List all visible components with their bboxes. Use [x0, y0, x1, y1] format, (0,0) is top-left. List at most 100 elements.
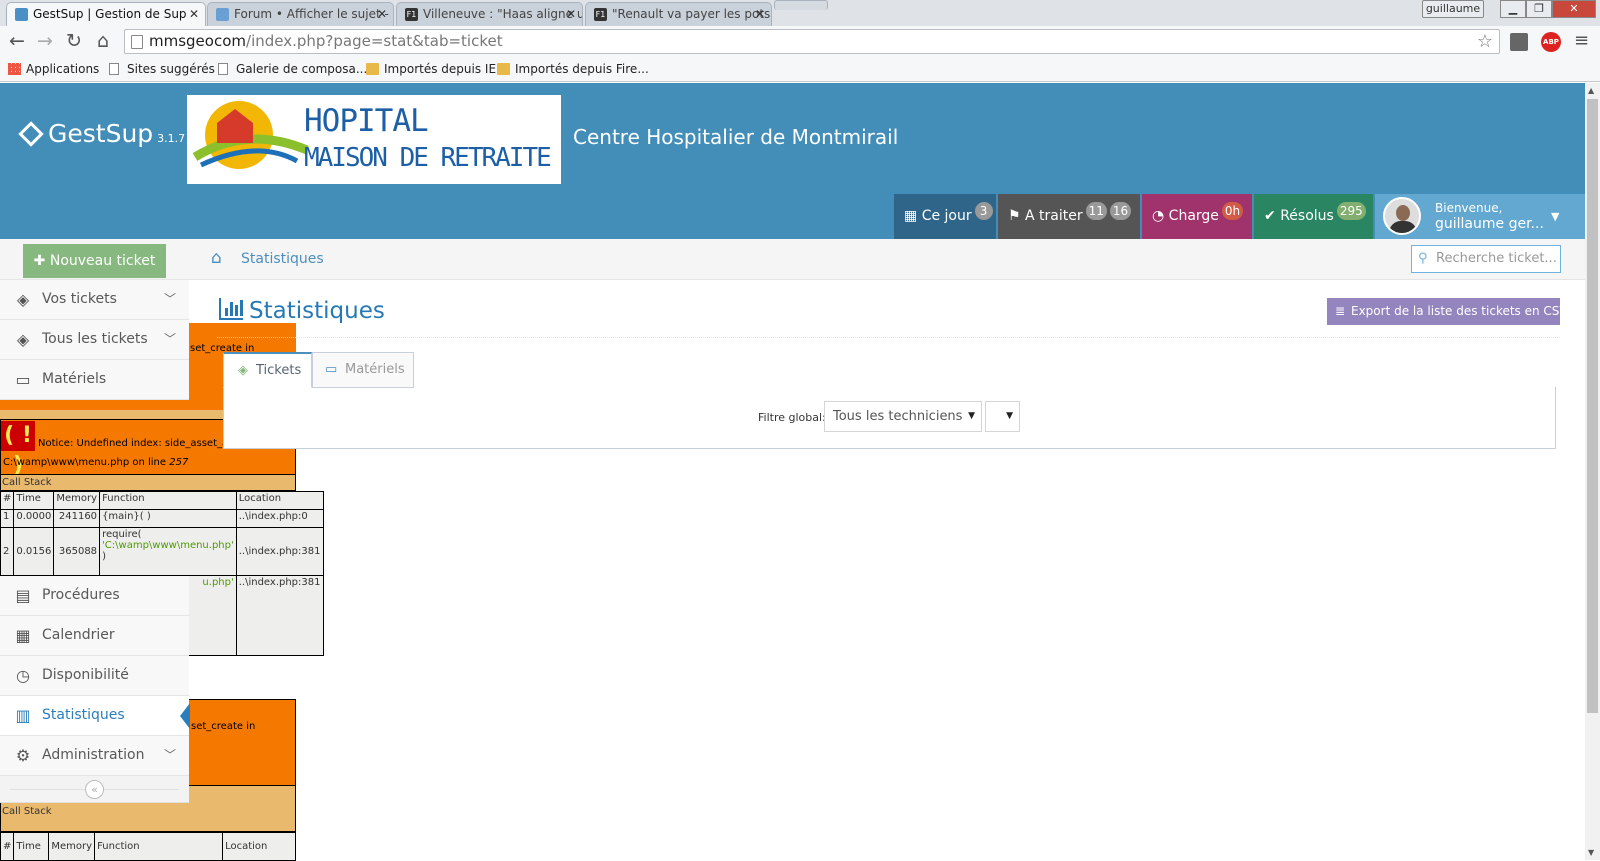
page-icon — [131, 35, 143, 49]
table-row: # Time Memory Function Location — [0, 832, 296, 861]
browser-tab[interactable]: F1 Villeneuve : "Haas aligne u ✕ — [396, 2, 583, 26]
site-title: Centre Hospitalier de Montmirail — [573, 125, 899, 149]
flag-icon: ⚑ — [1008, 208, 1021, 224]
close-tab-icon[interactable]: ✕ — [755, 3, 765, 25]
clock-icon: ◷ — [16, 666, 30, 685]
logo-text-line2: MAISON DE RETRAITE — [304, 143, 552, 173]
page-scrollbar[interactable]: ▲ ▼ — [1585, 83, 1600, 860]
folder-icon — [366, 63, 379, 75]
calendar-icon: ▦ — [15, 626, 31, 645]
close-tab-icon[interactable]: ✕ — [377, 3, 387, 25]
ticket-icon: ◈ — [16, 330, 30, 349]
today-button[interactable]: ▦ Ce jour 3 — [894, 194, 996, 239]
profile-button[interactable]: guillaume — [1422, 0, 1484, 18]
dashboard-icon: ◔ — [1152, 208, 1165, 224]
address-bar[interactable]: mmsgeocom/index.php?page=stat&tab=ticket… — [124, 29, 1500, 54]
folder-icon — [497, 63, 510, 75]
sidebar-item-equipment[interactable]: ▭ Matériels — [0, 360, 189, 400]
scroll-down-icon[interactable]: ▼ — [1588, 848, 1594, 857]
plus-icon: ✚ — [33, 253, 46, 269]
forward-icon[interactable]: → — [34, 30, 56, 52]
bookmark-star-icon[interactable]: ☆ — [1477, 30, 1493, 53]
close-tab-icon[interactable]: ✕ — [189, 3, 199, 25]
sidebar-item-calendar[interactable]: ▦ Calendrier — [0, 616, 189, 656]
app-header: GestSup 3.1.7 HOPITAL MAISON DE RETRAITE … — [0, 83, 1585, 239]
new-tab-button[interactable] — [774, 0, 828, 10]
bookmark-item[interactable]: Galerie de composa... — [218, 58, 367, 80]
to-process-button[interactable]: ⚑ A traiter 11 16 — [998, 194, 1140, 239]
bookmark-apps[interactable]: Applications — [8, 58, 99, 80]
browser-tab-bar: GestSup | Gestion de Sup ✕ Forum • Affic… — [0, 0, 1600, 26]
table-row: 1 0.0000 241160 {main}( ) ..\index.php:0 — [0, 509, 324, 528]
load-button[interactable]: ◔ Charge 0h — [1142, 194, 1252, 239]
back-icon[interactable]: ← — [6, 30, 28, 52]
close-window-button[interactable]: ✕ — [1552, 0, 1596, 18]
search-input[interactable]: ⚲ Recherche ticket... — [1411, 245, 1561, 273]
browser-tab[interactable]: Forum • Afficher le sujet - ✕ — [207, 2, 394, 26]
sidebar-item-procedures[interactable]: ▤ Procédures — [0, 576, 189, 616]
global-filter-label: Filtre global: — [758, 411, 826, 424]
brand[interactable]: GestSup 3.1.7 — [18, 119, 185, 148]
active-item-arrow — [180, 703, 190, 729]
desktop-icon: ▭ — [325, 362, 338, 377]
extension-icon[interactable] — [1510, 33, 1528, 51]
calendar-icon: ▦ — [904, 208, 918, 224]
breadcrumb[interactable]: Statistiques — [241, 251, 324, 267]
scroll-up-icon[interactable]: ▲ — [1588, 86, 1594, 95]
call-stack-table: # Time Memory Function Location — [0, 832, 296, 861]
bar-chart-icon: ▥ — [15, 706, 31, 725]
to-process-badge: 11 — [1085, 202, 1107, 220]
cogs-icon: ⚙ — [15, 746, 31, 765]
logo-text-line1: HOPITAL — [304, 103, 429, 139]
page-icon — [109, 63, 119, 75]
home-icon[interactable]: ⌂ — [92, 30, 114, 52]
bookmark-folder[interactable]: Importés depuis Fire... — [497, 58, 649, 80]
menu-icon[interactable]: ≡ — [1574, 30, 1589, 51]
maximize-button[interactable]: ❐ — [1526, 0, 1552, 18]
caret-down-icon: ▼ — [968, 411, 975, 421]
sidebar-item-statistics[interactable]: ▥ Statistiques — [0, 696, 189, 736]
sidebar-item-your-tickets[interactable]: ◈ Vos tickets ﹀ — [0, 280, 189, 320]
user-menu[interactable]: Bienvenue, guillaume ger... ▼ — [1375, 194, 1585, 239]
desktop-icon: ▭ — [15, 370, 31, 389]
to-process-badge: 16 — [1109, 202, 1132, 220]
caret-down-icon: ▼ — [1006, 411, 1013, 421]
scrollbar-thumb[interactable] — [1587, 99, 1598, 713]
secondary-filter-select[interactable]: ▼ — [985, 401, 1020, 432]
export-csv-button[interactable]: ≣ Export de la liste des tickets en CSV — [1327, 298, 1568, 325]
sidebar-item-all-tickets[interactable]: ◈ Tous les tickets ﹀ — [0, 320, 189, 360]
technician-select[interactable]: Tous les techniciens ▼ — [824, 401, 982, 432]
list-icon: ≣ — [1335, 304, 1346, 318]
chevron-down-icon: ﹀ — [163, 332, 176, 346]
browser-tab[interactable]: GestSup | Gestion de Sup ✕ — [6, 2, 206, 26]
error-icon: ( ! ) — [1, 421, 35, 478]
new-ticket-button[interactable]: ✚ Nouveau ticket — [23, 244, 166, 278]
avatar — [1383, 197, 1421, 235]
sidebar-item-availability[interactable]: ◷ Disponibilité — [0, 656, 189, 696]
title-divider — [217, 337, 1560, 338]
collapse-sidebar-icon[interactable]: « — [85, 780, 104, 799]
load-badge: 0h — [1221, 202, 1244, 220]
ticket-icon: ◈ — [238, 363, 248, 378]
bookmark-item[interactable]: Sites suggérés — [109, 58, 215, 80]
tab-tickets[interactable]: ◈ Tickets — [223, 352, 312, 388]
minimize-button[interactable]: ▁ — [1500, 0, 1526, 18]
sidebar-item-administration[interactable]: ⚙ Administration ﹀ — [0, 736, 189, 776]
chevron-down-icon: ﹀ — [163, 292, 176, 306]
browser-tab[interactable]: F1 "Renault va payer les pots ✕ — [585, 2, 772, 26]
sidebar-collapse-bar: « — [0, 776, 189, 803]
close-tab-icon[interactable]: ✕ — [566, 3, 576, 25]
caret-down-icon: ▼ — [1551, 210, 1560, 223]
forum-favicon-icon — [216, 8, 229, 21]
home-icon[interactable]: ⌂ — [211, 248, 222, 268]
resolved-button[interactable]: ✔ Résolus 295 — [1254, 194, 1373, 239]
bar-chart-icon — [219, 298, 243, 320]
reload-icon[interactable]: ↻ — [63, 30, 85, 52]
breadcrumb-bar: ✚ Nouveau ticket ⌂ Statistiques ⚲ Recher… — [0, 239, 1585, 280]
gestsup-favicon-icon — [15, 8, 28, 21]
resolved-badge: 295 — [1336, 202, 1366, 220]
adblock-icon[interactable]: ABP — [1541, 32, 1561, 52]
bookmark-folder[interactable]: Importés depuis IE — [366, 58, 496, 80]
table-row: 2 0.0156 365088 require('C:\wamp\www\men… — [0, 527, 324, 576]
tab-equipment[interactable]: ▭ Matériels — [312, 352, 414, 388]
